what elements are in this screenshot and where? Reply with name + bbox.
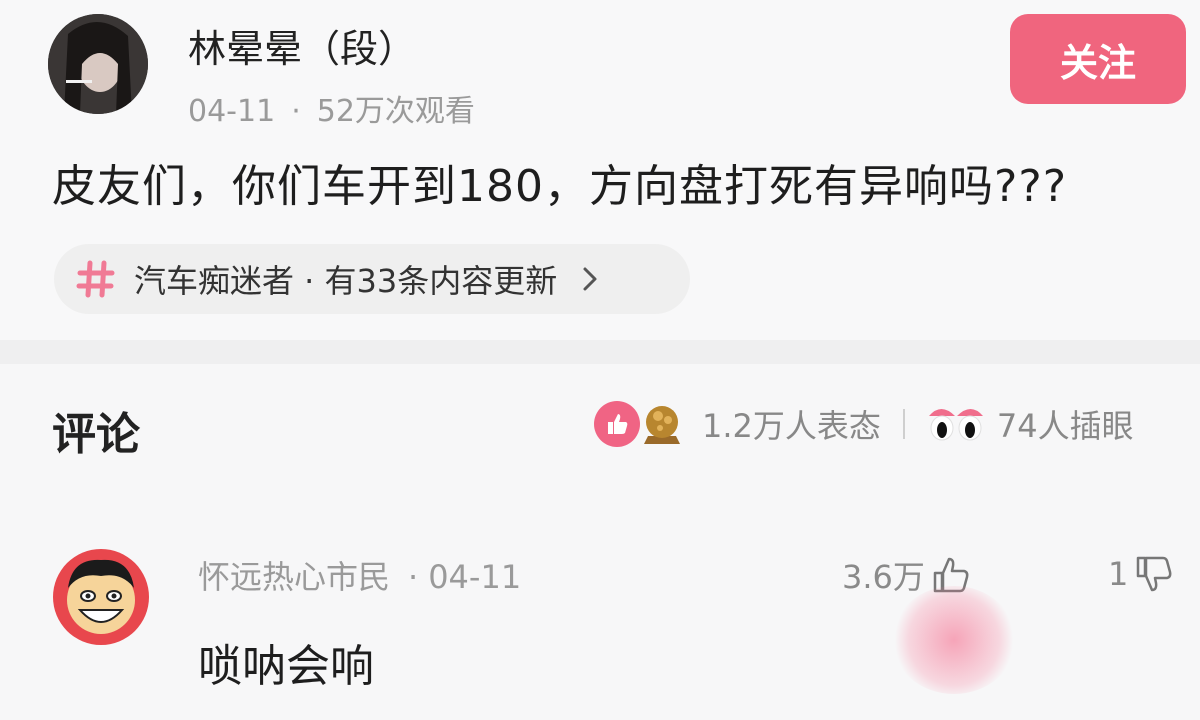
comment-item: 怀远热心市民 · 04-11 3.6万 1 唢呐会响 (0, 530, 1200, 720)
meta-separator: · (291, 94, 301, 129)
chevron-right-icon (583, 267, 597, 291)
hash-icon (76, 260, 115, 298)
thumb-down-icon (1137, 556, 1172, 592)
stare-count: 74人插眼 (996, 407, 1134, 445)
author-avatar[interactable] (48, 14, 148, 114)
comment-date: 04-11 (428, 558, 522, 596)
post-text: 皮友们，你们车开到180，方向盘打死有异响吗??? (52, 161, 1068, 212)
reaction-separator (902, 409, 905, 439)
commenter-avatar[interactable] (52, 548, 150, 646)
author-name[interactable]: 林晕晕（段） (188, 18, 416, 73)
reaction-bar[interactable]: 1.2万人表态 74人插眼 (594, 398, 1134, 450)
section-divider (0, 340, 1200, 364)
comment-dislike-button[interactable]: 1 (1108, 552, 1176, 596)
comment-like-count: 3.6万 (842, 558, 925, 596)
commenter-name[interactable]: 怀远热心市民 (198, 558, 390, 596)
topic-tag[interactable]: 汽车痴迷者 · 有33条内容更新 (54, 244, 690, 314)
comment-dislike-count: 1 (1108, 555, 1129, 593)
eyes-icon (928, 409, 983, 441)
post-meta: 04-11 · 52万次观看 (188, 86, 475, 130)
comment-text: 唢呐会响 (198, 641, 374, 692)
like-reaction-icon (594, 401, 640, 447)
topic-label: 汽车痴迷者 · 有33条内容更新 (134, 262, 558, 300)
view-count: 52万次观看 (316, 94, 475, 129)
commenter-meta: 怀远热心市民 · 04-11 (198, 552, 521, 598)
sticker-decoration (892, 586, 1016, 694)
meta-separator: · (408, 558, 419, 596)
comments-title: 评论 (52, 409, 140, 460)
bronze-reaction-icon (644, 406, 680, 444)
post-date: 04-11 (188, 94, 276, 129)
post-card: 林晕晕（段） 04-11 · 52万次观看 关注 皮友们，你们车开到180，方向盘打… (0, 0, 1200, 340)
follow-button[interactable]: 关注 (1010, 14, 1186, 104)
reaction-count: 1.2万人表态 (702, 407, 881, 445)
